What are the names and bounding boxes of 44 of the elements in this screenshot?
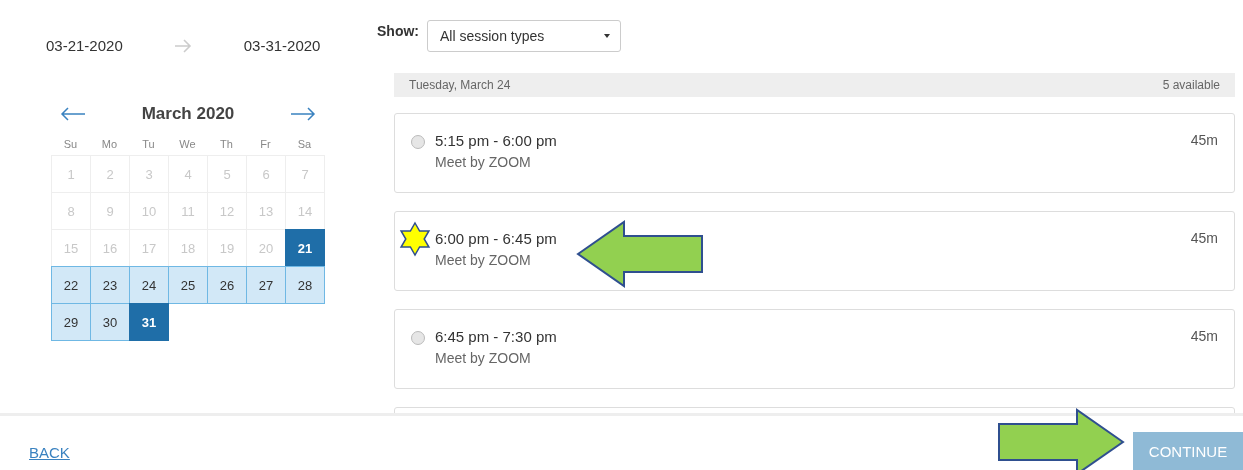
- caret-icon: [604, 34, 610, 38]
- start-date: 03-21-2020: [46, 37, 123, 54]
- day-cell[interactable]: 31: [129, 303, 169, 341]
- weekday-label: Mo: [100, 137, 119, 152]
- weekday-label: Tu: [141, 137, 156, 152]
- weekday-label: Sa: [296, 137, 313, 152]
- day-cell[interactable]: 25: [168, 266, 208, 304]
- day-cell[interactable]: 24: [129, 266, 169, 304]
- day-cell[interactable]: 29: [51, 303, 91, 341]
- end-date: 03-31-2020: [243, 37, 321, 54]
- slot-time: 6:00 pm - 6:45 pm: [435, 230, 558, 247]
- day-cell[interactable]: 23: [90, 266, 130, 304]
- weekday-label: Su: [62, 137, 79, 152]
- arrow-right-icon: [173, 38, 192, 53]
- day-cell[interactable]: 22: [51, 266, 91, 304]
- slot-duration: 45m: [1190, 230, 1218, 248]
- time-slot-card[interactable]: 6:00 pm - 6:45 pm Meet by ZOOM 45m: [394, 211, 1235, 291]
- day-cell[interactable]: 30: [90, 303, 130, 341]
- next-month-icon[interactable]: [290, 107, 316, 121]
- session-type-dropdown[interactable]: All session types: [427, 20, 621, 52]
- weekday-label: Th: [219, 137, 234, 152]
- slot-time: 5:15 pm - 6:00 pm: [435, 132, 558, 149]
- month-title: March 2020: [141, 104, 235, 124]
- slot-location: Meet by ZOOM: [435, 252, 532, 268]
- day-date: Tuesday, March 24: [409, 78, 511, 92]
- day-cell[interactable]: 21: [285, 229, 325, 267]
- time-slot-card[interactable]: 5:15 pm - 6:00 pm Meet by ZOOM 45m: [394, 113, 1235, 193]
- slot-location: Meet by ZOOM: [435, 154, 532, 170]
- day-cell[interactable]: 27: [246, 266, 286, 304]
- previous-month-icon[interactable]: [60, 107, 86, 121]
- available-count: 5 available: [1162, 78, 1220, 92]
- day-cell[interactable]: 28: [285, 266, 325, 304]
- time-slot-card[interactable]: 6:45 pm - 7:30 pm Meet by ZOOM 45m: [394, 309, 1235, 389]
- filter-label: Show:: [377, 22, 419, 39]
- slot-duration: 45m: [1190, 328, 1218, 346]
- slot-time: 6:45 pm - 7:30 pm: [435, 328, 558, 345]
- radio-button[interactable]: [411, 135, 425, 149]
- day-cell[interactable]: 26: [207, 266, 247, 304]
- slot-location: Meet by ZOOM: [435, 350, 532, 366]
- back-link[interactable]: BACK: [29, 444, 70, 461]
- slot-duration: 45m: [1190, 132, 1218, 150]
- radio-button[interactable]: [411, 331, 425, 345]
- weekday-label: Fr: [259, 137, 272, 152]
- weekday-label: We: [178, 137, 197, 152]
